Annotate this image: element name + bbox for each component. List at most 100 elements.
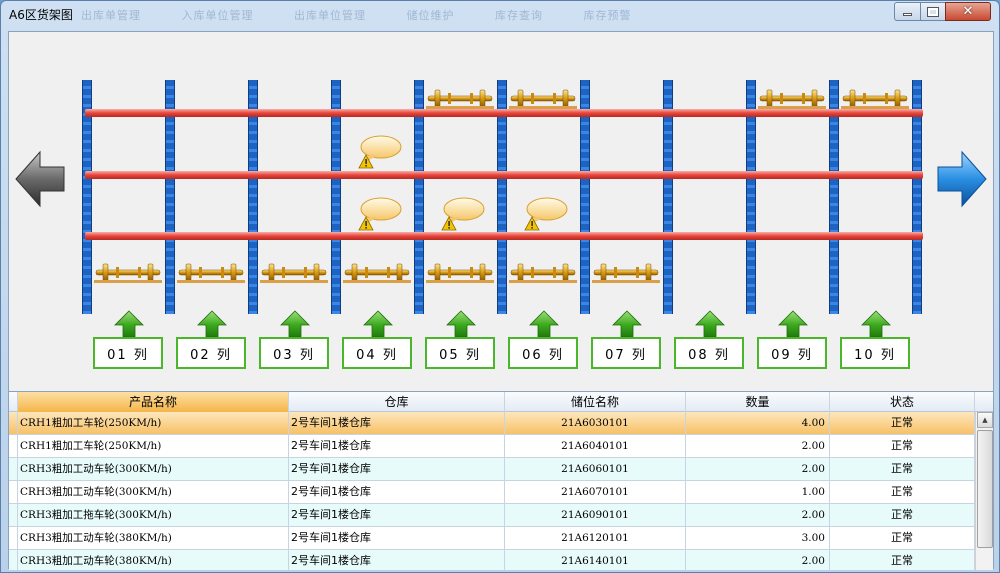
wheelset-icon[interactable] <box>177 262 245 284</box>
table-row[interactable]: CRH1粗加工车轮(250KM/h) 2号车间1楼仓库 21A6030101 4… <box>9 412 975 435</box>
up-arrow-icon <box>612 310 642 338</box>
column-label: 07 列 <box>591 337 661 369</box>
row-indicator <box>9 435 18 458</box>
cell-location-name: 21A6070101 <box>505 481 686 504</box>
header-product-name[interactable]: 产品名称 <box>18 392 289 412</box>
wheelset-icon[interactable] <box>592 262 660 284</box>
column-06[interactable]: 06 列 <box>508 310 578 370</box>
wheelset-icon[interactable] <box>426 88 494 110</box>
faded-menu-item: 库存查询 <box>495 9 543 22</box>
up-arrow-icon <box>446 310 476 338</box>
previous-page-arrow-icon[interactable] <box>14 150 66 208</box>
table-row[interactable]: CRH3粗加工动车轮(300KM/h) 2号车间1楼仓库 21A6070101 … <box>9 481 975 504</box>
header-status[interactable]: 状态 <box>830 392 975 412</box>
warning-bubble-icon[interactable] <box>432 197 486 231</box>
wheelset-icon[interactable] <box>509 262 577 284</box>
column-label: 03 列 <box>259 337 329 369</box>
client-area: 01 列 02 列 03 列 04 列 05 列 06 列 07 列 08 列 … <box>8 31 994 570</box>
cell-location-name: 21A6030101 <box>505 412 686 435</box>
table-row[interactable]: CRH3粗加工动车轮(380KM/h) 2号车间1楼仓库 21A6140101 … <box>9 550 975 570</box>
vertical-scrollbar[interactable]: ▲ <box>975 412 993 570</box>
column-09[interactable]: 09 列 <box>757 310 827 370</box>
wheelset-icon[interactable] <box>509 88 577 110</box>
cell-warehouse: 2号车间1楼仓库 <box>289 435 505 458</box>
wheelset-icon[interactable] <box>426 262 494 284</box>
title-bar[interactable]: A6区货架图 出库单管理 入库单位管理 出库单位管理 储位维护 库存查询 库存预… <box>1 1 1000 27</box>
faded-menu-item: 库存预警 <box>583 9 632 22</box>
up-arrow-icon <box>114 310 144 338</box>
up-arrow-icon <box>861 310 891 338</box>
cell-quantity: 2.00 <box>686 550 830 570</box>
wheelset-icon[interactable] <box>758 88 826 110</box>
warning-bubble-icon[interactable] <box>515 197 569 231</box>
header-quantity[interactable]: 数量 <box>686 392 830 412</box>
column-04[interactable]: 04 列 <box>342 310 412 370</box>
row-indicator <box>9 412 18 435</box>
column-label: 05 列 <box>425 337 495 369</box>
row-indicator <box>9 550 18 570</box>
column-label: 10 列 <box>840 337 910 369</box>
cell-product-name: CRH1粗加工车轮(250KM/h) <box>18 435 289 458</box>
scroll-thumb[interactable] <box>977 430 993 548</box>
column-03[interactable]: 03 列 <box>259 310 329 370</box>
column-08[interactable]: 08 列 <box>674 310 744 370</box>
faded-menu-item: 出库单位管理 <box>294 9 366 22</box>
up-arrow-icon <box>197 310 227 338</box>
rack-beam <box>85 171 923 179</box>
cell-warehouse: 2号车间1楼仓库 <box>289 550 505 570</box>
minimize-button[interactable] <box>894 2 921 21</box>
table-row[interactable]: CRH1粗加工车轮(250KM/h) 2号车间1楼仓库 21A6040101 2… <box>9 435 975 458</box>
cell-product-name: CRH3粗加工拖车轮(300KM/h) <box>18 504 289 527</box>
close-button[interactable]: ✕ <box>945 2 991 21</box>
cell-location-name: 21A6040101 <box>505 435 686 458</box>
grid-header: 产品名称 仓库 储位名称 数量 状态 <box>9 392 993 412</box>
row-indicator-header <box>9 392 18 412</box>
column-05[interactable]: 05 列 <box>425 310 495 370</box>
next-page-arrow-icon[interactable] <box>936 150 988 208</box>
close-icon: ✕ <box>962 4 974 19</box>
faded-menu-item: 入库单位管理 <box>181 9 254 22</box>
up-arrow-icon <box>529 310 559 338</box>
cell-quantity: 2.00 <box>686 458 830 481</box>
wheelset-icon[interactable] <box>94 262 162 284</box>
wheelset-icon[interactable] <box>260 262 328 284</box>
column-label: 08 列 <box>674 337 744 369</box>
column-01[interactable]: 01 列 <box>93 310 163 370</box>
faded-menu: 出库单管理 入库单位管理 出库单位管理 储位维护 库存查询 库存预警 <box>81 7 668 23</box>
cell-warehouse: 2号车间1楼仓库 <box>289 412 505 435</box>
header-location-name[interactable]: 储位名称 <box>505 392 686 412</box>
cell-warehouse: 2号车间1楼仓库 <box>289 481 505 504</box>
column-02[interactable]: 02 列 <box>176 310 246 370</box>
up-arrow-icon <box>363 310 393 338</box>
wheelset-icon[interactable] <box>343 262 411 284</box>
cell-quantity: 2.00 <box>686 435 830 458</box>
column-label: 01 列 <box>93 337 163 369</box>
warning-bubble-icon[interactable] <box>349 135 403 169</box>
cell-location-name: 21A6060101 <box>505 458 686 481</box>
header-warehouse[interactable]: 仓库 <box>289 392 505 412</box>
cell-status: 正常 <box>830 458 975 481</box>
cell-status: 正常 <box>830 435 975 458</box>
cell-status: 正常 <box>830 550 975 570</box>
table-row[interactable]: CRH3粗加工拖车轮(300KM/h) 2号车间1楼仓库 21A6090101 … <box>9 504 975 527</box>
inventory-grid[interactable]: 产品名称 仓库 储位名称 数量 状态 CRH1粗加工车轮(250KM/h) 2号… <box>9 391 993 570</box>
window-title: A6区货架图 <box>9 8 73 22</box>
column-label: 02 列 <box>176 337 246 369</box>
wheelset-icon[interactable] <box>841 88 909 110</box>
column-10[interactable]: 10 列 <box>840 310 910 370</box>
column-label: 09 列 <box>757 337 827 369</box>
row-indicator <box>9 527 18 550</box>
up-arrow-icon <box>280 310 310 338</box>
column-label: 06 列 <box>508 337 578 369</box>
cell-location-name: 21A6120101 <box>505 527 686 550</box>
cell-status: 正常 <box>830 527 975 550</box>
scroll-up-icon[interactable]: ▲ <box>977 412 993 428</box>
cell-status: 正常 <box>830 412 975 435</box>
cell-quantity: 4.00 <box>686 412 830 435</box>
up-arrow-icon <box>778 310 808 338</box>
table-row[interactable]: CRH3粗加工动车轮(380KM/h) 2号车间1楼仓库 21A6120101 … <box>9 527 975 550</box>
maximize-button[interactable] <box>920 2 946 21</box>
column-07[interactable]: 07 列 <box>591 310 661 370</box>
table-row[interactable]: CRH3粗加工动车轮(300KM/h) 2号车间1楼仓库 21A6060101 … <box>9 458 975 481</box>
warning-bubble-icon[interactable] <box>349 197 403 231</box>
